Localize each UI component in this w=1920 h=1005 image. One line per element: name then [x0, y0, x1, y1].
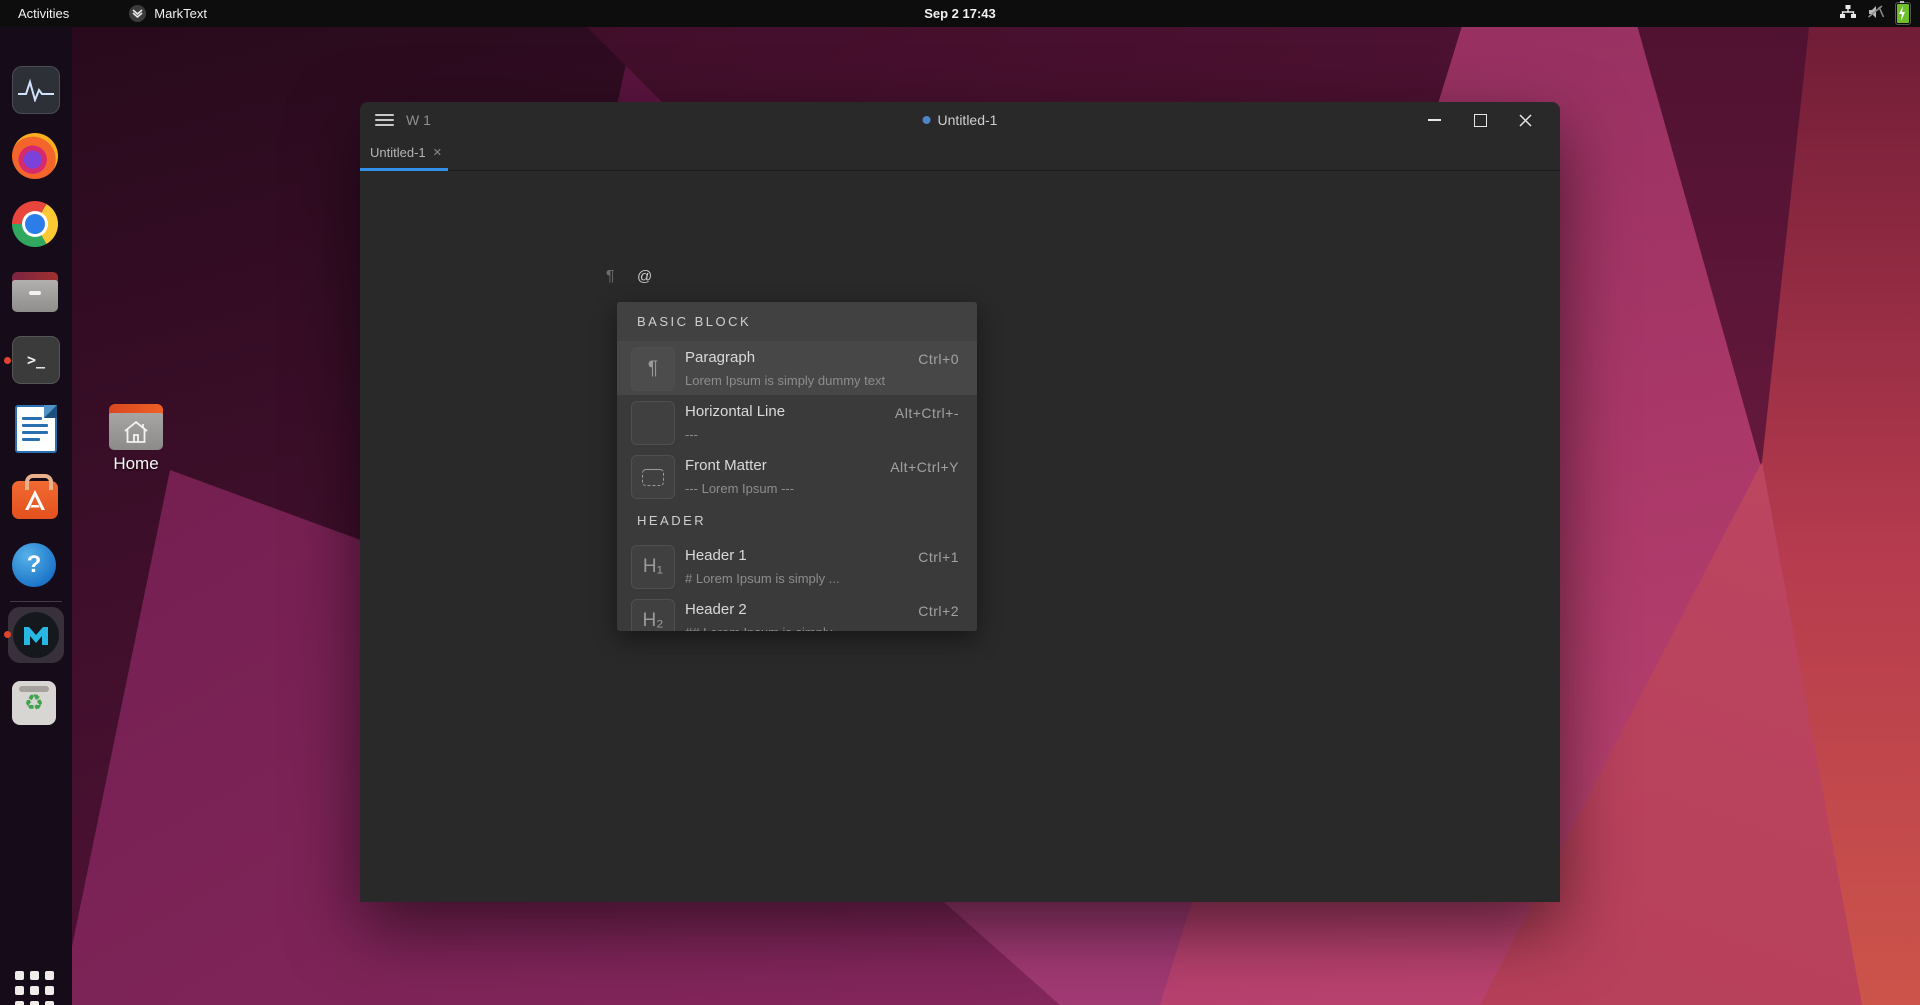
dock-item-help[interactable]: ? — [12, 543, 60, 591]
item-desc: # Lorem Ipsum is simply ... — [685, 571, 840, 586]
front-matter-icon — [631, 455, 675, 499]
window-title: Untitled-1 — [922, 102, 998, 138]
home-folder-icon — [109, 404, 163, 450]
window-titlebar[interactable]: W 1 Untitled-1 — [360, 102, 1560, 138]
header-2-icon: H₂ — [631, 599, 675, 631]
system-monitor-icon — [12, 66, 60, 114]
paragraph-icon: ¶ — [631, 347, 675, 391]
close-button[interactable] — [1513, 110, 1537, 130]
chrome-icon — [12, 201, 58, 247]
item-shortcut: Ctrl+2 — [918, 603, 959, 619]
item-desc: --- — [685, 427, 698, 442]
item-desc: --- Lorem Ipsum --- — [685, 481, 795, 496]
item-title: Horizontal Line — [685, 403, 786, 420]
appmenu-marktext[interactable]: MarkText — [129, 5, 207, 22]
unsaved-dot-icon — [922, 116, 931, 124]
section-label-basic-block: BASIC BLOCK — [617, 302, 977, 341]
terminal-icon: >_ — [12, 336, 60, 384]
popup-item-header-1[interactable]: H₁ Header 1 Ctrl+1 # Lorem Ipsum is simp… — [617, 539, 977, 593]
item-shortcut: Ctrl+0 — [918, 351, 959, 367]
tab-label: Untitled-1 — [370, 145, 426, 160]
popup-item-horizontal-line[interactable]: Horizontal Line Alt+Ctrl+- --- — [617, 395, 977, 449]
desktop-home-folder[interactable]: Home — [100, 404, 172, 474]
recycle-glyph: ♻ — [24, 690, 44, 715]
network-icon — [1839, 4, 1857, 23]
dock-item-system-monitor[interactable] — [12, 66, 60, 114]
popup-item-front-matter[interactable]: Front Matter Alt+Ctrl+Y --- Lorem Ipsum … — [617, 449, 977, 503]
typed-text: @ — [637, 268, 653, 285]
volume-muted-icon — [1867, 4, 1886, 23]
horizontal-line-icon — [631, 401, 675, 445]
dock-separator — [10, 601, 62, 602]
home-folder-label: Home — [113, 454, 159, 473]
dock-item-firefox[interactable] — [12, 133, 60, 181]
ubuntu-software-icon — [12, 474, 58, 519]
marktext-icon — [13, 612, 59, 658]
clock[interactable]: Sep 2 17:43 — [924, 6, 996, 21]
item-shortcut: Ctrl+1 — [918, 549, 959, 565]
item-shortcut: Alt+Ctrl+Y — [890, 459, 959, 475]
marktext-window: W 1 Untitled-1 Untitled-1 ✕ ¶ @ BASIC BL… — [360, 102, 1560, 902]
desktop-screen: Activities MarkText Sep 2 17:43 >_ ? ♻ H… — [0, 0, 1920, 1005]
appmenu-label: MarkText — [154, 6, 208, 21]
popup-item-paragraph[interactable]: ¶ Paragraph Ctrl+0 Lorem Ipsum is simply… — [617, 341, 977, 395]
activities-button[interactable]: Activities — [0, 0, 87, 27]
system-tray[interactable] — [1839, 0, 1911, 27]
item-desc: Lorem Ipsum is simply dummy text — [685, 373, 886, 388]
item-title: Header 1 — [685, 547, 747, 564]
minimize-button[interactable] — [1422, 110, 1446, 130]
item-desc: ## Lorem Ipsum is simply — [685, 625, 832, 631]
editor-area[interactable]: ¶ @ BASIC BLOCK ¶ Paragraph Ctrl+0 Lorem… — [360, 171, 1560, 902]
help-icon: ? — [12, 543, 56, 587]
popup-item-header-2[interactable]: H₂ Header 2 Ctrl+2 ## Lorem Ipsum is sim… — [617, 593, 977, 631]
dock-item-terminal[interactable]: >_ — [12, 336, 60, 384]
dock-item-trash[interactable]: ♻ — [12, 681, 60, 729]
maximize-button[interactable] — [1468, 110, 1492, 130]
terminal-running-indicator — [4, 357, 11, 364]
tab-bar: Untitled-1 ✕ — [360, 138, 1560, 171]
dock-item-files[interactable] — [12, 268, 60, 316]
dock-item-marktext[interactable] — [8, 607, 64, 663]
quick-insert-popup: BASIC BLOCK ¶ Paragraph Ctrl+0 Lorem Ips… — [617, 302, 977, 631]
files-icon — [12, 272, 58, 312]
dock-item-ubuntu-software[interactable] — [12, 474, 60, 523]
dock-item-chrome[interactable] — [12, 201, 60, 249]
show-applications-button[interactable] — [15, 971, 57, 1005]
top-bar: Activities MarkText Sep 2 17:43 — [0, 0, 1920, 27]
item-title: Front Matter — [685, 457, 767, 474]
item-shortcut: Alt+Ctrl+- — [894, 405, 959, 421]
header-1-icon: H₁ — [631, 545, 675, 589]
item-title: Header 2 — [685, 601, 747, 618]
paragraph-marker: ¶ — [606, 268, 615, 285]
section-label-header: HEADER — [617, 503, 977, 539]
menu-hamburger-icon[interactable] — [375, 114, 394, 127]
libreoffice-writer-icon — [15, 405, 57, 453]
tab-untitled-1[interactable]: Untitled-1 ✕ — [360, 138, 448, 171]
marktext-appmenu-icon — [129, 5, 147, 22]
tab-close-icon[interactable]: ✕ — [433, 138, 442, 168]
marktext-running-indicator — [4, 631, 11, 638]
word-count-label: W 1 — [406, 112, 431, 128]
dock-item-libreoffice-writer[interactable] — [12, 405, 60, 453]
trash-icon: ♻ — [12, 681, 56, 725]
dock: >_ ? ♻ — [0, 27, 72, 1005]
item-title: Paragraph — [685, 349, 756, 366]
firefox-icon — [12, 133, 58, 179]
window-title-text: Untitled-1 — [937, 112, 998, 128]
battery-icon — [1895, 1, 1911, 25]
